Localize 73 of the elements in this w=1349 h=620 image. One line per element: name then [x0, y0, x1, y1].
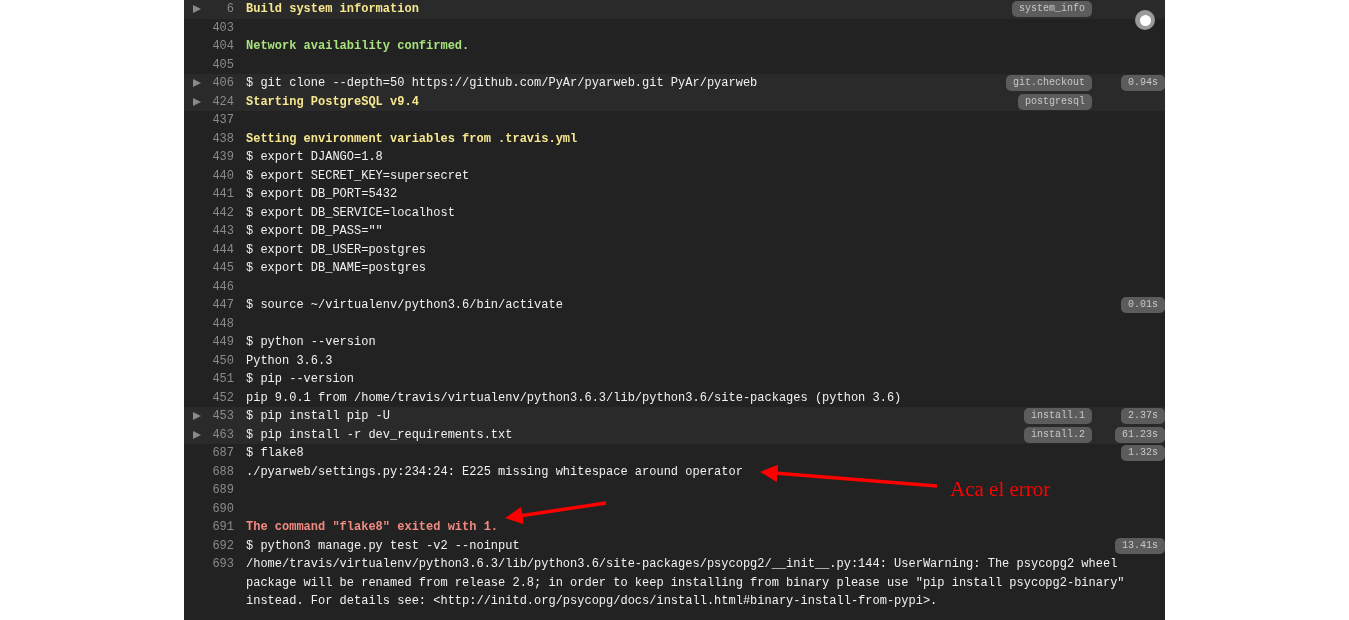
- fold-tag: install.2: [1024, 426, 1092, 443]
- log-line: $ export SECRET_KEY=supersecret: [246, 167, 470, 185]
- log-line: /home/travis/virtualenv/python3.6.3/lib/python3.6/site-packages/psycopg2/__init__.py:144: UserWarning: The psycopg2 wheel package will be renamed from release 2.8; in order to keep installing from binary please use "pip install psycopg2-binary" instead. For details see: <http://initd.org/psycopg/docs/install.html#binary-install-from-pypi>.: [246, 556, 1126, 610]
- fold-tag: git.checkout: [1006, 75, 1092, 92]
- fold-tag: postgresql: [1018, 93, 1092, 110]
- log-line: $ export DB_PASS="": [246, 223, 383, 240]
- log-line: $ git clone --depth=50 https://github.com/PyAr/pyarweb.git PyAr/pyarweb: [246, 75, 758, 92]
- line-number: 446: [211, 278, 234, 296]
- line-number: 438: [211, 130, 234, 148]
- fold-tag: install.1: [1024, 408, 1092, 425]
- line-number: 439: [211, 149, 234, 166]
- log-line: $ flake8: [246, 445, 304, 462]
- line-number: 440: [211, 167, 234, 185]
- line-number: 441: [211, 186, 234, 203]
- line-number: 404: [211, 38, 234, 55]
- line-number: 689: [211, 482, 234, 499]
- log-line: $ export DB_NAME=postgres: [246, 260, 427, 277]
- line-number: 442: [211, 204, 234, 222]
- log-line: $ pip --version: [246, 371, 355, 388]
- line-number: 688: [211, 463, 234, 481]
- log-line: $ export DB_SERVICE=localhost: [246, 204, 455, 222]
- log-line: $ export DJANGO=1.8: [246, 149, 383, 166]
- line-number: 692: [211, 537, 234, 555]
- log-line: $ source ~/virtualenv/python3.6/bin/activate: [246, 297, 563, 314]
- caret-icon[interactable]: [193, 97, 201, 106]
- line-number: 453: [211, 408, 234, 425]
- caret-icon[interactable]: [193, 430, 201, 439]
- log-line: Python 3.6.3: [246, 352, 333, 370]
- line-number: 447: [211, 297, 234, 314]
- log-line: Network availability confirmed.: [246, 38, 470, 55]
- log-line: pip 9.0.1 from /home/travis/virtualenv/python3.6.3/lib/python3.6/site-packages (python 3.6): [246, 389, 902, 407]
- log-line: $ python3 manage.py test -v2 --noinput: [246, 537, 520, 555]
- log-line: $ pip install pip -U: [246, 408, 391, 425]
- log-line: Setting environment variables from .travis.yml: [246, 130, 578, 148]
- line-number: 463: [211, 426, 234, 444]
- log-line: $ export DB_PORT=5432: [246, 186, 398, 203]
- duration-badge: 2.37s: [1121, 408, 1165, 425]
- log-line: $ export DB_USER=postgres: [246, 241, 427, 259]
- fold-tag: system_info: [1012, 1, 1092, 18]
- line-number: 405: [211, 56, 234, 74]
- line-number: 444: [211, 241, 234, 259]
- log-line: The command "flake8" exited with 1.: [246, 519, 499, 536]
- line-number: 448: [211, 315, 234, 333]
- line-number: 693: [211, 556, 234, 573]
- line-number: 690: [211, 500, 234, 518]
- line-number: 452: [211, 389, 234, 407]
- line-number: 403: [211, 19, 234, 37]
- log-line: Build system information: [246, 1, 419, 18]
- duration-badge: 0.01s: [1121, 297, 1165, 314]
- line-number: 424: [211, 93, 234, 111]
- annotation-text: Aca el error: [950, 477, 1051, 501]
- line-number: 451: [211, 371, 234, 388]
- caret-icon[interactable]: [193, 412, 201, 421]
- line-number: 445: [211, 260, 234, 277]
- log-line: ./pyarweb/settings.py:234:24: E225 missing whitespace around operator: [246, 463, 743, 481]
- line-number: 449: [211, 334, 234, 351]
- line-number: 691: [211, 519, 234, 536]
- line-number: 406: [211, 75, 234, 92]
- line-number: 6: [225, 1, 234, 18]
- line-number: 687: [211, 445, 234, 462]
- caret-icon[interactable]: [193, 79, 201, 88]
- caret-icon[interactable]: [193, 5, 201, 14]
- log-line: $ pip install -r dev_requirements.txt: [246, 426, 513, 444]
- line-number: 450: [211, 352, 234, 370]
- duration-badge: 0.94s: [1121, 75, 1165, 92]
- record-button[interactable]: [1135, 10, 1155, 30]
- line-number: 437: [211, 112, 234, 129]
- duration-badge: 13.41s: [1115, 537, 1165, 554]
- line-number: 443: [211, 223, 234, 240]
- duration-badge: 1.32s: [1121, 445, 1165, 462]
- log-line: Starting PostgreSQL v9.4: [246, 93, 419, 111]
- log-line: $ python --version: [246, 334, 376, 351]
- duration-badge: 61.23s: [1115, 426, 1165, 443]
